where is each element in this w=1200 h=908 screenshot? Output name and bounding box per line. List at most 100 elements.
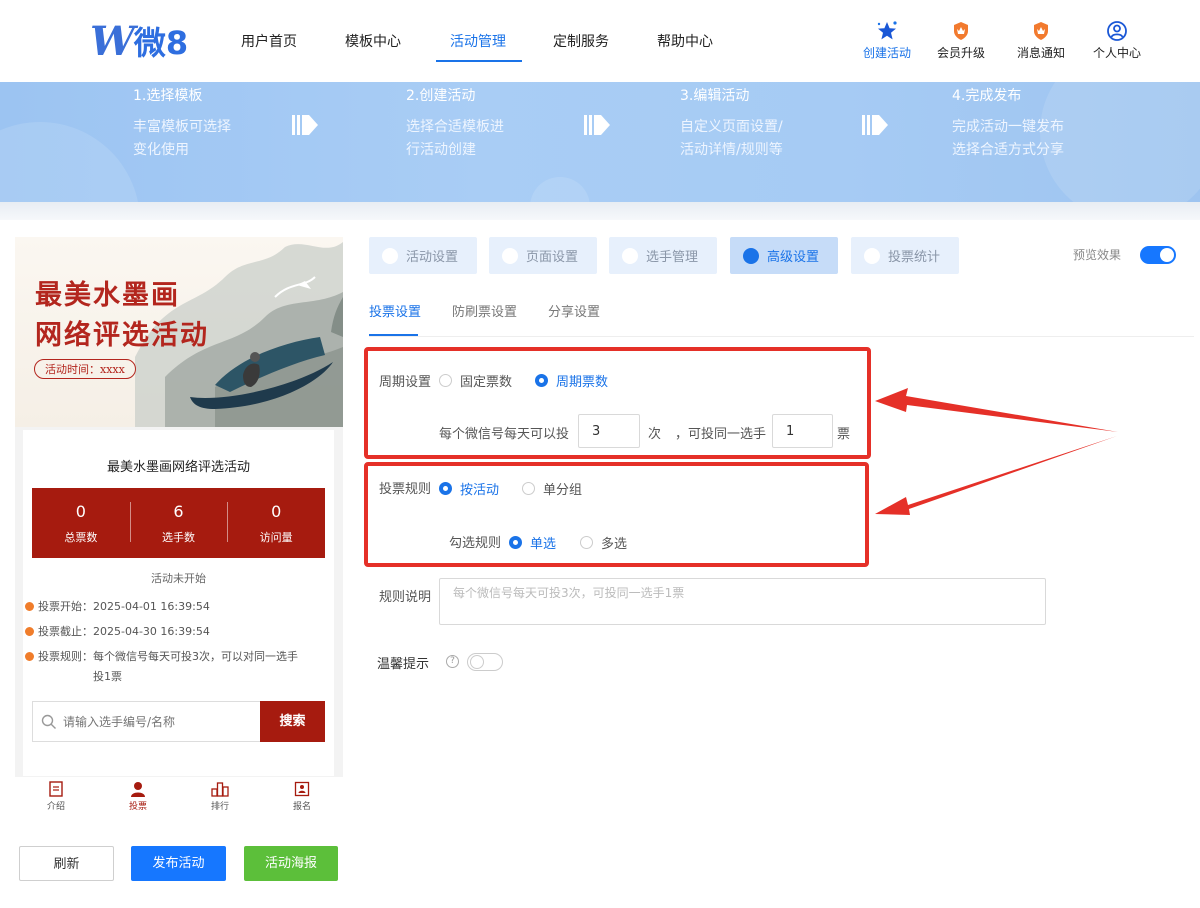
stat-visits: 0 访问量: [227, 488, 325, 558]
user-icon: [1107, 21, 1127, 41]
player-search-box: [32, 701, 260, 742]
vote-start-line: 投票开始： 2025-04-01 16:39:54: [25, 597, 308, 617]
poster-time-pill: 活动时间：xxxx: [34, 359, 136, 379]
stats-bar: 0 总票数 6 选手数 0 访问量: [32, 488, 325, 558]
nav-item-home[interactable]: 用户首页: [241, 31, 297, 51]
tab-vote-statistics[interactable]: 投票统计: [851, 237, 959, 274]
same-player-unit: 票: [837, 427, 851, 442]
vote-end-line: 投票截止： 2025-04-30 16:39:54: [25, 622, 308, 642]
activity-status: 活动未开始: [151, 572, 206, 585]
nav-item-custom-service[interactable]: 定制服务: [553, 31, 609, 51]
bell-icon: [1034, 22, 1048, 40]
star-icon: [877, 21, 897, 40]
tab-page-settings[interactable]: 页面设置: [489, 237, 597, 274]
poster-title-line2: 网络评选活动: [35, 320, 209, 351]
same-player-label: ，可投同一选手: [675, 427, 767, 442]
phone-bottom-tabbar: 介绍 投票 排行 报名: [15, 777, 343, 821]
subtab-anti-fraud[interactable]: 防刷票设置: [452, 301, 517, 320]
tab-advanced-settings[interactable]: 高级设置: [730, 237, 838, 274]
tab-signup[interactable]: 报名: [261, 777, 343, 821]
step-arrow-icon: [584, 115, 610, 135]
per-day-label: 每个微信号每天可以投: [439, 427, 570, 442]
create-activity-button[interactable]: 创建活动: [854, 20, 920, 61]
member-upgrade-button[interactable]: 会员升级: [928, 20, 994, 61]
signup-icon: [294, 781, 310, 797]
arrow-to-rules-icon: [875, 436, 1117, 515]
per-day-votes-input[interactable]: [578, 414, 640, 448]
steps-banner: 1.选择模板 丰富模板可选择 变化使用 2.创建活动 选择合适模板进 行活动创建 3…: [0, 82, 1200, 202]
radio-multi-choice[interactable]: 多选: [580, 533, 627, 552]
rule-desc-label: 规则说明: [379, 590, 432, 605]
activity-poster: 最美水墨画 网络评选活动 活动时间：xxxx: [15, 237, 343, 427]
tab-activity-settings[interactable]: 活动设置: [369, 237, 477, 274]
refresh-button[interactable]: 刷新: [19, 846, 114, 881]
radio-single-group[interactable]: 单分组: [522, 479, 582, 498]
banner-decoration: [0, 122, 140, 202]
tab-ranking[interactable]: 排行: [179, 777, 261, 821]
logo-w-mark: W: [90, 17, 135, 65]
subtab-divider: [369, 336, 1194, 337]
person-icon: [131, 782, 145, 797]
crown-icon: [954, 22, 968, 40]
radio-by-activity[interactable]: 按活动: [439, 479, 499, 498]
activity-poster-button[interactable]: 活动海报: [244, 846, 338, 881]
radio-period-votes[interactable]: 周期票数: [535, 371, 608, 390]
stat-players: 6 选手数: [129, 488, 228, 558]
subtab-share-settings[interactable]: 分享设置: [548, 301, 600, 320]
page-icon: [502, 248, 518, 264]
per-day-unit: 次: [648, 427, 662, 442]
tab-player-management[interactable]: 选手管理: [609, 237, 717, 274]
publish-activity-button[interactable]: 发布活动: [131, 846, 226, 881]
personal-center-button[interactable]: 个人中心: [1084, 20, 1150, 61]
tab-vote[interactable]: 投票: [97, 777, 179, 821]
radio-single-choice[interactable]: 单选: [509, 533, 556, 552]
sliders-icon: [743, 248, 759, 264]
step-arrow-icon: [862, 115, 888, 135]
chart-icon: [864, 248, 880, 264]
poster-title-line1: 最美水墨画: [35, 280, 180, 311]
period-setting-label: 周期设置: [379, 375, 432, 390]
arrow-to-period-icon: [875, 388, 1118, 432]
search-button[interactable]: 搜索: [260, 701, 325, 742]
vote-rule-line: 投票规则： 每个微信号每天可投3次，可以对同一选手投1票: [25, 647, 308, 687]
nav-item-activity-manage[interactable]: 活动管理: [450, 31, 506, 51]
preview-effect-label: 预览效果: [1073, 248, 1122, 262]
banner-decoration: [530, 177, 590, 202]
nav-item-templates[interactable]: 模板中心: [345, 31, 401, 51]
tip-toggle[interactable]: [467, 653, 503, 671]
activity-info-card: 最美水墨画网络评选活动 0 总票数 6 选手数 0 访问量 活动未开始 投票开始…: [23, 430, 334, 776]
tip-label: 温馨提示: [377, 657, 430, 672]
search-icon: [41, 714, 56, 729]
banner-decoration: [1040, 82, 1200, 202]
heart-icon: [382, 248, 398, 264]
clock-icon: [25, 627, 34, 636]
clock-icon: [25, 602, 34, 611]
section-divider: [0, 202, 1200, 220]
nav-active-underline: [436, 60, 522, 62]
stat-total-votes: 0 总票数: [64, 502, 98, 544]
help-icon[interactable]: ?: [446, 655, 459, 668]
step-2: 2.创建活动 选择合适模板进 行活动创建: [406, 88, 504, 158]
vote-rule-label: 投票规则: [379, 482, 432, 497]
nav-item-help[interactable]: 帮助中心: [657, 31, 713, 51]
top-navbar: W 微8 用户首页 模板中心 活动管理 定制服务 帮助中心 创建活动 会员升级 …: [0, 0, 1200, 82]
message-notify-button[interactable]: 消息通知: [1008, 20, 1074, 61]
same-player-votes-input[interactable]: [772, 414, 833, 448]
step-1: 1.选择模板 丰富模板可选择 变化使用: [133, 88, 231, 158]
preview-effect-toggle[interactable]: [1140, 246, 1176, 264]
logo-text: 微8: [133, 24, 189, 62]
person-icon: [622, 248, 638, 264]
rule-desc-textarea[interactable]: [439, 578, 1046, 625]
document-icon: [49, 781, 63, 797]
subtab-vote-settings[interactable]: 投票设置: [369, 301, 421, 320]
ranking-icon: [211, 782, 229, 797]
player-search-input[interactable]: [63, 714, 253, 729]
phone-preview: 最美水墨画 网络评选活动 活动时间：xxxx 最美水墨画网络评选活动 0 总票数…: [15, 237, 343, 777]
radio-fixed-votes[interactable]: 固定票数: [439, 371, 512, 390]
brand-logo[interactable]: W 微8: [90, 17, 189, 65]
info-icon: [25, 652, 34, 661]
card-title: 最美水墨画网络评选活动: [106, 460, 250, 475]
step-arrow-icon: [292, 115, 318, 135]
check-rule-label: 勾选规则: [449, 536, 502, 551]
tab-intro[interactable]: 介绍: [15, 777, 97, 821]
